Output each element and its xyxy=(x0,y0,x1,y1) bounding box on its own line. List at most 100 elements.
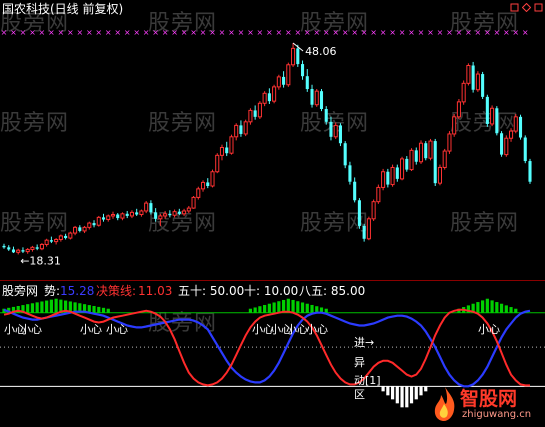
signal-bar xyxy=(305,303,309,313)
signal-bar-white xyxy=(395,386,399,404)
indicator-text-mark: 小心 xyxy=(80,323,102,336)
signal-bar xyxy=(54,298,58,313)
candle-body xyxy=(163,213,168,217)
signal-mark: × xyxy=(475,28,482,37)
candle-body xyxy=(73,226,78,234)
candle-body xyxy=(177,211,181,214)
signal-mark: × xyxy=(190,28,197,37)
candle-body xyxy=(44,239,49,245)
indicator-text-mark: 小心 xyxy=(478,323,500,336)
signal-mark: × xyxy=(294,28,301,37)
candle-body xyxy=(518,116,523,138)
logo-text: 智股网 xyxy=(460,388,518,410)
signal-mark: × xyxy=(380,28,387,37)
chart-stage: 股旁网 股旁网 股旁网 股旁网 股旁网 股旁网 股旁网 股旁网 股旁网 股旁网 … xyxy=(0,0,545,427)
signal-mark: × xyxy=(133,28,140,37)
indicator-text-mark: 异 xyxy=(354,356,365,369)
signal-mark: × xyxy=(512,28,519,37)
signal-bar xyxy=(291,299,295,313)
signal-bar xyxy=(258,306,262,313)
chart-canvas: × × × × × × × × × × × × × × × × × × × × × × × × × × × × × × × × × × × × × × × ×… xyxy=(0,28,545,408)
candle-body xyxy=(428,140,433,159)
level-50: 五十: 50.00 xyxy=(178,284,245,298)
signal-bar xyxy=(253,307,257,313)
signal-mark: × xyxy=(332,28,339,37)
signal-bar xyxy=(485,298,489,313)
flame-icon xyxy=(434,387,455,421)
candle-body xyxy=(291,47,296,66)
candle-body xyxy=(481,74,485,97)
signal-bar xyxy=(490,300,494,313)
signal-bar xyxy=(248,308,253,313)
candle-body xyxy=(324,108,328,122)
level-10: 十: 10.00 xyxy=(244,284,299,298)
signal-bar xyxy=(476,302,480,313)
signal-mark: × xyxy=(522,28,529,37)
signal-bar-white xyxy=(424,386,428,392)
candle-body xyxy=(149,203,153,213)
candle-body xyxy=(466,64,471,84)
candle-body xyxy=(475,73,480,91)
candle-body xyxy=(186,207,191,212)
signal-mark: × xyxy=(143,28,150,37)
chart-title: 国农科技(日线 前复权) xyxy=(2,2,124,16)
zoom-icon[interactable] xyxy=(522,3,531,12)
signal-mark: × xyxy=(275,28,282,37)
candle-body xyxy=(528,161,532,182)
signal-bar xyxy=(92,305,96,313)
signal-mark: × xyxy=(10,28,17,37)
candle-body xyxy=(456,101,461,118)
signal-bar xyxy=(495,302,499,313)
level-85: 八五: 85.00 xyxy=(299,284,366,298)
candle-body xyxy=(485,96,489,124)
candle-body xyxy=(172,211,177,216)
indicator-text-mark: 小心 xyxy=(106,323,128,336)
restore-icon[interactable] xyxy=(510,3,519,12)
signal-mark: × xyxy=(228,28,235,37)
signal-mark: × xyxy=(105,28,112,37)
candle-body xyxy=(447,133,452,152)
signal-bar xyxy=(106,308,110,313)
candle-body xyxy=(319,91,324,109)
candle-body xyxy=(257,102,262,118)
signal-mark: × xyxy=(257,28,264,37)
signal-bar-white xyxy=(409,386,414,404)
candle-body xyxy=(106,215,111,221)
indicator-text-mark: 区 xyxy=(354,388,365,401)
candle-body xyxy=(495,108,499,134)
signal-bar xyxy=(97,306,101,313)
candle-body xyxy=(357,200,361,226)
candle-body xyxy=(461,82,466,103)
candle-body xyxy=(471,65,475,90)
signal-bar-white xyxy=(381,386,385,392)
candle-body xyxy=(64,235,68,239)
signal-bar xyxy=(504,305,508,313)
signal-bar-white xyxy=(414,386,418,400)
close-icon[interactable] xyxy=(534,3,543,12)
signal-mark: × xyxy=(389,28,396,37)
signal-mark: × xyxy=(484,28,491,37)
candle-body xyxy=(7,247,11,250)
candle-body xyxy=(513,116,518,132)
candle-body xyxy=(267,93,271,102)
indicator-text-mark: 动[1] xyxy=(354,374,381,387)
candle-body xyxy=(125,213,129,216)
candle-body xyxy=(276,76,281,88)
candle-body xyxy=(400,158,405,180)
signal-mark: × xyxy=(76,28,83,37)
candle-body xyxy=(25,248,30,253)
candle-body xyxy=(442,150,447,168)
signal-mark: × xyxy=(67,28,74,37)
logo: 智股网 zhiguwang.cn xyxy=(432,384,544,426)
candle-body xyxy=(239,125,243,134)
candle-body xyxy=(381,171,386,188)
signal-bar xyxy=(310,304,314,313)
shi-line xyxy=(3,308,531,388)
low-label: ←18.31 xyxy=(20,254,61,267)
candle-body xyxy=(353,181,357,201)
candle-body xyxy=(101,217,106,220)
candle-body xyxy=(68,232,73,239)
signal-mark: × xyxy=(86,28,93,37)
logo-url: zhiguwang.cn xyxy=(462,409,532,420)
signal-mark: × xyxy=(418,28,425,37)
